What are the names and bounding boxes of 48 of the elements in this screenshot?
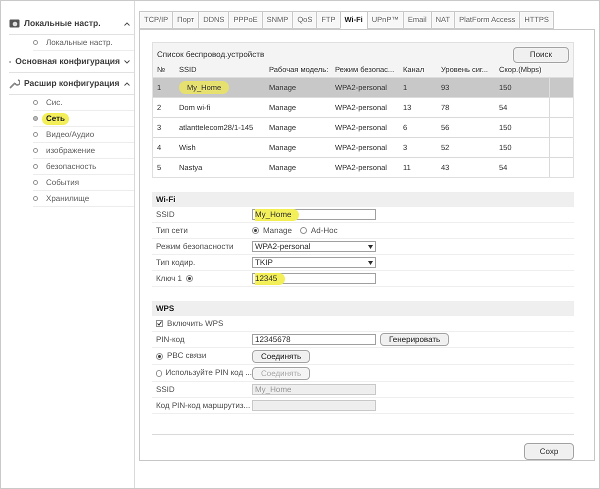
field-label: Тип сети xyxy=(156,224,189,236)
input-field[interactable]: 12345678 xyxy=(252,334,376,345)
camera-icon xyxy=(9,18,20,28)
sidebar-group-header[interactable]: Локальные настр. xyxy=(9,13,134,35)
dropdown-arrow-icon[interactable] xyxy=(368,244,373,248)
sidebar-group-header[interactable]: Расшир конфигурация xyxy=(9,73,134,95)
chevron-down-icon[interactable] xyxy=(124,60,130,64)
radio-button[interactable] xyxy=(186,275,193,282)
field-label: SSID xyxy=(156,208,176,220)
table-title: Список беспровод.устройств xyxy=(157,49,264,61)
input-field[interactable]: 12345 xyxy=(252,273,376,284)
field-label: Код PIN-код маршрутиз... xyxy=(156,400,252,412)
option-label: Ad-Hoc xyxy=(310,224,338,236)
input-field[interactable]: My_Home xyxy=(252,209,376,220)
radio-button[interactable] xyxy=(300,227,307,234)
option-label: Manage xyxy=(263,224,292,236)
field-label: Тип кодир. xyxy=(156,256,196,268)
radio-button[interactable] xyxy=(156,352,163,360)
sidebar-item[interactable]: Хранилище xyxy=(42,192,94,204)
chevron-up-icon[interactable] xyxy=(124,82,130,86)
sidebar-item[interactable]: Локальные настр. xyxy=(42,36,117,48)
sidebar-item[interactable]: События xyxy=(42,176,84,188)
field-label: Режим безопасности xyxy=(156,240,234,252)
radio-label: Используйте PIN код ... xyxy=(166,367,252,379)
connect-button[interactable]: Соединять xyxy=(252,350,310,362)
radio-label: PBC связи xyxy=(167,350,206,362)
sidebar-item[interactable]: изображение xyxy=(42,144,100,156)
generate-button[interactable]: Генерировать xyxy=(380,333,450,346)
wrench-icon xyxy=(9,78,20,89)
sidebar-item[interactable]: безопасность xyxy=(42,160,100,172)
search-button[interactable]: Поиск xyxy=(512,47,569,63)
field-label: PIN-код xyxy=(156,334,186,346)
checkbox-label: Включить WPS xyxy=(167,318,224,330)
sidebar-item[interactable]: Сеть xyxy=(42,112,69,124)
sidebar-item[interactable]: Видео/Аудио xyxy=(42,128,98,140)
chevron-up-icon[interactable] xyxy=(124,22,130,26)
sidebar-group-header[interactable]: Основная конфигурация xyxy=(9,51,134,73)
select-field[interactable]: WPA2-personal xyxy=(252,241,376,252)
select-field[interactable]: TKIP xyxy=(252,257,376,268)
save-button[interactable]: Сохр xyxy=(524,443,574,460)
section-title: Wi-Fi xyxy=(152,192,574,207)
dropdown-arrow-icon[interactable] xyxy=(368,260,373,264)
field-label: Ключ 1 xyxy=(156,272,182,284)
checkbox[interactable] xyxy=(156,320,163,327)
field-label: SSID xyxy=(156,384,176,396)
radio-button[interactable] xyxy=(252,227,259,234)
sidebar-item[interactable]: Сис. xyxy=(42,96,66,108)
section-title: WPS xyxy=(152,301,574,316)
